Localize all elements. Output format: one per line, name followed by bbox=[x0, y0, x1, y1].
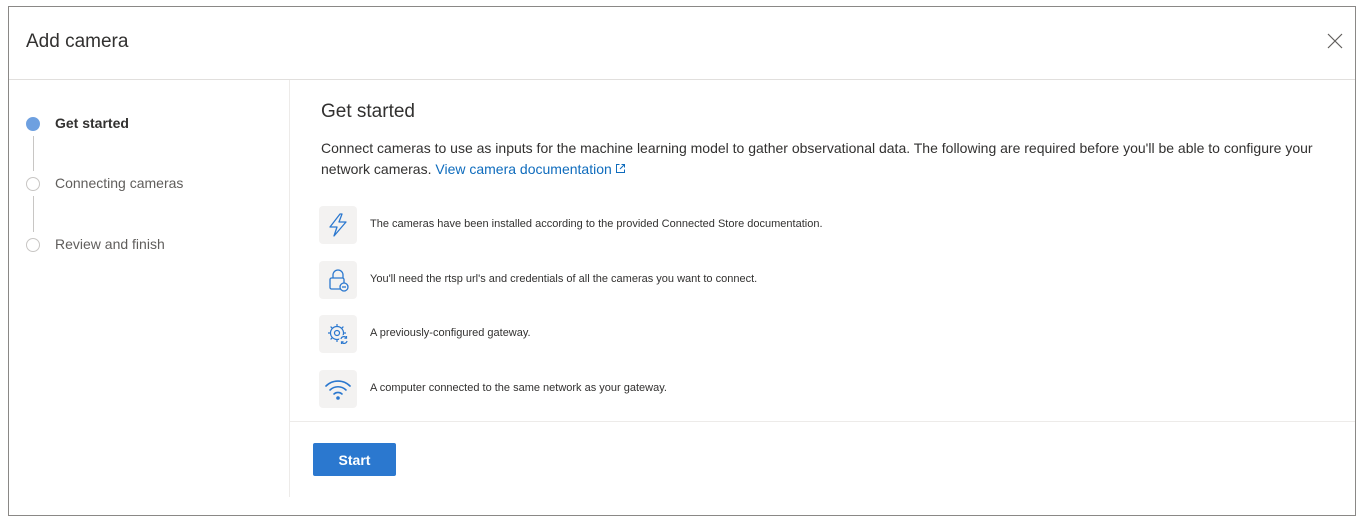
dialog-header: Add camera bbox=[9, 7, 1355, 80]
step-indicator-current bbox=[26, 117, 40, 131]
step-sidebar: Get started Connecting cameras Review an… bbox=[9, 80, 290, 497]
step-indicator-pending bbox=[26, 238, 40, 252]
requirement-text: A computer connected to the same network… bbox=[370, 382, 667, 394]
gear-sync-icon bbox=[319, 315, 357, 353]
camera-documentation-link[interactable]: View camera documentation bbox=[435, 161, 626, 177]
requirement-text: A previously-configured gateway. bbox=[370, 327, 531, 339]
step-connector bbox=[33, 196, 34, 232]
external-link-icon bbox=[615, 164, 625, 173]
close-icon bbox=[1327, 33, 1343, 49]
wifi-icon bbox=[319, 370, 357, 408]
page-title: Get started bbox=[321, 101, 415, 122]
requirement-text: You'll need the rtsp url's and credentia… bbox=[370, 273, 758, 285]
footer-divider bbox=[290, 421, 1355, 422]
start-button[interactable]: Start bbox=[313, 443, 396, 476]
main-content: Get started Connect cameras to use as in… bbox=[290, 80, 1355, 515]
step-connector bbox=[33, 136, 34, 171]
doc-link-label: View camera documentation bbox=[435, 161, 612, 177]
lock-icon bbox=[319, 261, 357, 299]
close-button[interactable] bbox=[1323, 29, 1347, 53]
add-camera-dialog: Add camera Get started Connecting camera… bbox=[8, 6, 1356, 516]
step-indicator-pending bbox=[26, 177, 40, 191]
requirement-text: The cameras have been installed accordin… bbox=[370, 218, 823, 230]
lightning-icon bbox=[319, 206, 357, 244]
step-label: Get started bbox=[55, 115, 129, 131]
step-label: Connecting cameras bbox=[55, 175, 184, 191]
dialog-title: Add camera bbox=[26, 31, 129, 52]
step-label: Review and finish bbox=[55, 236, 165, 252]
intro-paragraph: Connect cameras to use as inputs for the… bbox=[321, 138, 1351, 180]
